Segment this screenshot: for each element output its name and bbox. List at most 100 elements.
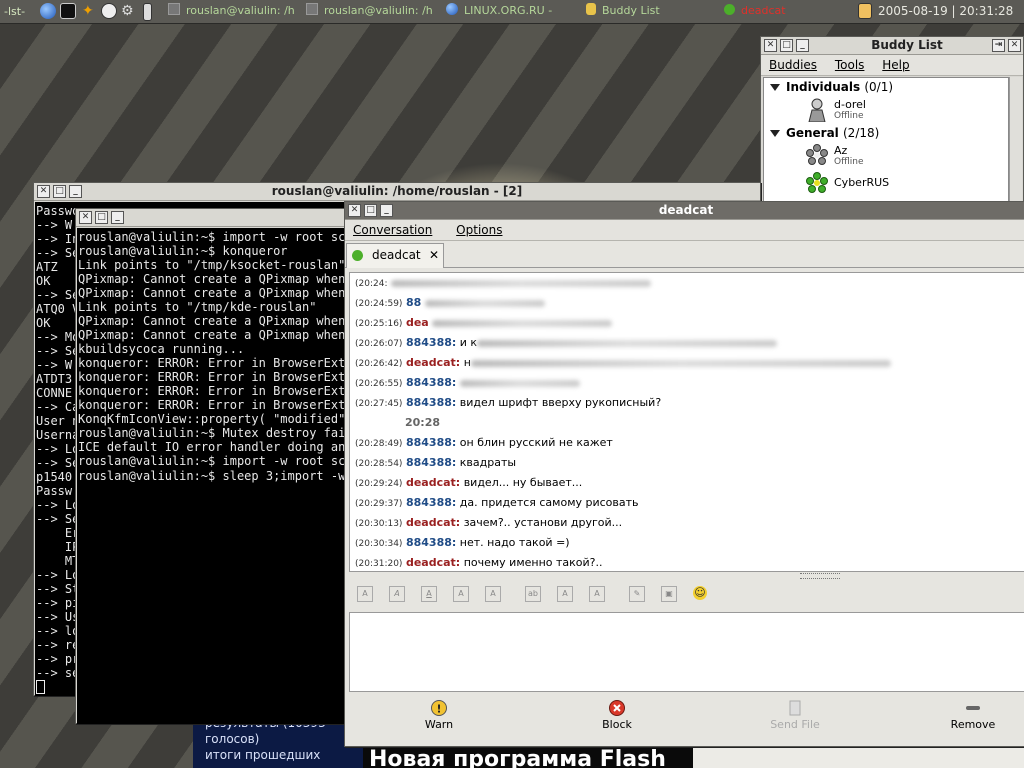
chat-message: (20:29:24) deadcat: видел... ну бывает..… [350,473,1024,493]
menu-help[interactable]: Help [882,58,909,72]
message-input[interactable] [349,612,1024,692]
chat-message: (20:29:37) 884388: да. придется самому р… [350,493,1024,513]
page-line: итоги прошедших [205,748,321,762]
conversation-titlebar[interactable]: ✕ □ _ deadcat [345,202,1024,220]
task-terminal-1[interactable]: rouslan@valiulin: /h [168,2,295,20]
font-larger-icon[interactable]: A [453,586,469,602]
task-label: Buddy List [602,4,660,17]
minimize-icon[interactable]: _ [380,204,393,217]
minimize-icon[interactable]: _ [69,185,82,198]
clock-icon[interactable] [101,3,117,19]
buddy-az[interactable]: Az Offline [764,142,1008,170]
expander-icon[interactable] [770,84,780,91]
close-icon[interactable]: ✕ [1008,39,1021,52]
window-title: Buddy List [871,38,943,52]
bold-icon[interactable]: A [357,586,373,602]
task-browser[interactable]: LINUX.ORG.RU - [446,2,552,20]
task-label: LINUX.ORG.RU - [464,4,553,17]
minimize-icon[interactable]: _ [796,39,809,52]
message-text: нет. надо такой =) [459,536,570,549]
send-file-button[interactable]: Send File [755,692,835,732]
remove-button[interactable]: Remove [933,692,1013,732]
message-text: видел... ну бывает... [463,476,583,489]
buddy-status: Offline [834,111,864,121]
buddy-cyberrus[interactable]: CyberRUS [764,170,1008,198]
battery-icon[interactable] [143,3,152,21]
terminal-titlebar[interactable]: ✕ □ _ rouslan@valiulin: /home/rouslan - … [34,183,760,201]
close-icon[interactable]: ✕ [37,185,50,198]
minimize-icon[interactable]: _ [111,211,124,224]
panel-menu-button[interactable]: -lst- [4,3,25,20]
maximize-icon[interactable]: □ [53,185,66,198]
terminal-line: QPixmap: Cannot create a QPixmap when [78,314,346,328]
underline-icon[interactable]: A [421,586,437,602]
task-buddy-list[interactable]: Buddy List [586,2,660,20]
menu-tools[interactable]: Tools [835,58,865,72]
message-text: почему именно такой?.. [463,556,603,569]
buddy-d-orel[interactable]: d-orel Offline [764,96,1008,124]
maximize-icon[interactable]: □ [364,204,377,217]
panel-clock[interactable]: 2005-08-19 | 20:31:28 [878,3,1013,20]
chat-message: (20:28:49) 884388: он блин русский не ка… [350,433,1024,453]
globe-icon[interactable] [40,3,56,19]
pane-resize-handle[interactable] [800,573,840,579]
terminal-line: QPixmap: Cannot create a QPixmap when [78,286,346,300]
terminal-line: QPixmap: Cannot create a QPixmap when [78,272,346,286]
expander-icon[interactable] [770,130,780,137]
message-sender: 884388: [405,456,457,469]
buddy-list-window: ✕ □ _ Buddy List ⇥ ✕ Buddies Tools Help … [760,36,1024,208]
maximize-icon[interactable]: □ [780,39,793,52]
task-label: rouslan@valiulin: /h [186,4,295,17]
maximize-icon[interactable]: □ [95,211,108,224]
tab-deadcat[interactable]: deadcat ✕ [346,243,444,268]
task-deadcat[interactable]: deadcat [724,2,786,20]
terminal-line: QPixmap: Cannot create a QPixmap when [78,328,346,342]
running-man-icon[interactable]: ✦ [82,3,98,19]
message-history[interactable]: (20:24: (20:24:59) 88 (20:25:16) dea (20… [349,272,1024,572]
shade-icon[interactable]: ⇥ [992,39,1005,52]
italic-icon[interactable]: A [389,586,405,602]
message-sender: deadcat: [405,476,461,489]
icq-flower-icon [724,4,735,15]
group-general[interactable]: General (2/18) [764,124,1008,142]
terminal-titlebar[interactable]: ✕ □ _ [76,209,366,227]
message-timestamp: (20:29:24) [355,479,403,489]
buddy-list-titlebar[interactable]: ✕ □ _ Buddy List ⇥ ✕ [761,37,1023,55]
message-timestamp: (20:27:45) [355,399,403,409]
menu-conversation[interactable]: Conversation [353,223,432,237]
close-icon[interactable]: ✕ [79,211,92,224]
menu-buddies[interactable]: Buddies [769,58,817,72]
warning-icon: ! [431,700,447,716]
tab-close-icon[interactable]: ✕ [429,244,439,266]
tab-strip: deadcat ✕ [345,241,1024,268]
terminal-line: Link points to "/tmp/kde-rouslan" [78,300,317,314]
close-icon[interactable]: ✕ [764,39,777,52]
group-individuals[interactable]: Individuals (0/1) [764,78,1008,96]
background-page-headline-bar: Новая программа Flash [363,745,693,768]
calendar-icon[interactable] [858,3,872,19]
chat-message: (20:26:55) 884388: [350,373,1024,393]
smiley-icon[interactable]: ☺ [693,586,707,600]
message-sender: 884388: [405,436,457,449]
font-face-icon[interactable]: ab [525,586,541,602]
settings-icon[interactable]: ⚙ [121,3,137,19]
link-icon[interactable]: ✎ [629,586,645,602]
image-icon[interactable]: ▣ [661,586,677,602]
warn-button[interactable]: ! Warn [399,692,479,732]
page-headline[interactable]: Новая программа Flash [363,745,693,768]
message-sender: deadcat: [405,516,461,529]
close-icon[interactable]: ✕ [348,204,361,217]
terminal-window-front: ✕ □ _ rouslan@valiulin:~$ import -w root… [75,208,367,724]
background-color-icon[interactable]: A [589,586,605,602]
terminal-output[interactable]: rouslan@valiulin:~$ import -w root scr ro… [77,228,366,724]
task-terminal-2[interactable]: rouslan@valiulin: /h [306,2,433,20]
menu-options[interactable]: Options [456,223,502,237]
text-color-icon[interactable]: A [557,586,573,602]
terminal-line: rouslan@valiulin:~$ import -w root scr [78,230,353,244]
block-button[interactable]: Block [577,692,657,732]
buddy-list-scrollbar[interactable] [1009,77,1022,207]
terminal-icon[interactable] [60,3,76,19]
message-timestamp: (20:24: [355,279,388,289]
message-text: зачем?.. установи другой... [463,516,623,529]
font-smaller-icon[interactable]: A [485,586,501,602]
